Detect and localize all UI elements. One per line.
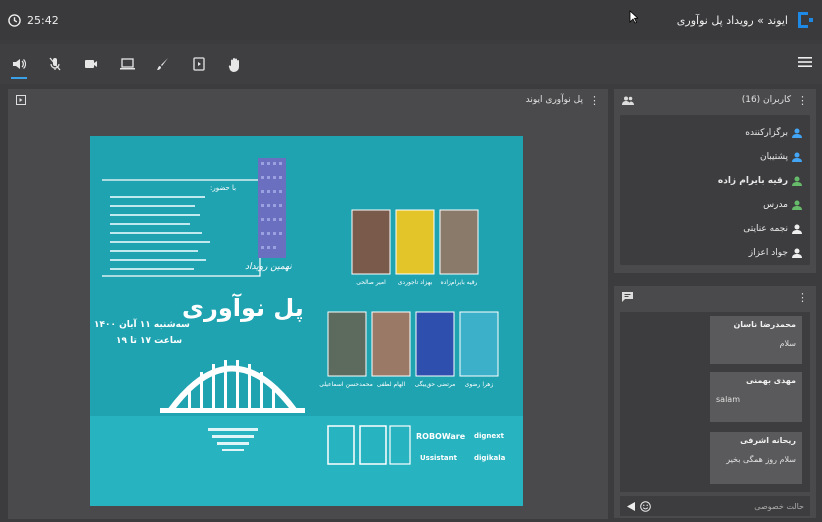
user-icon [792, 152, 802, 162]
mic-off-icon[interactable] [46, 55, 64, 73]
slides-icon[interactable] [190, 55, 208, 73]
message-author: ریحانه اشرفی [740, 436, 796, 445]
user-item[interactable]: نجمه عنایتی [628, 217, 802, 241]
chat-input[interactable]: حالت خصوصی [620, 496, 810, 516]
sponsor-ussistant: Ussistant [420, 454, 457, 462]
users-list: برگزارکننده پشتیبان رقیه بایرام زاده مدر… [620, 115, 810, 265]
event-title: پل نوآوری [182, 294, 304, 322]
speaker-name: محمدحسن اسماعیلی [319, 381, 373, 388]
speaker-name: امیر صالحی [356, 279, 386, 286]
brush-icon[interactable] [154, 55, 172, 73]
user-icon [792, 176, 802, 186]
chat-panel: ⋮ محمدرضا ناسان سلام مهدی بهمنی salam ری… [614, 286, 816, 518]
message-text: salam [716, 395, 740, 404]
users-panel: ⋮ کاربران (16) برگزارکننده پشتیبان رقیه … [614, 89, 816, 273]
chat-message: محمدرضا ناسان سلام [710, 316, 802, 364]
speaker-name: بهزاد تاجوردی [397, 279, 433, 286]
speaker-name: زهرا رضوی [464, 381, 494, 388]
evand-logo-icon [798, 12, 813, 28]
user-icon [792, 224, 802, 234]
user-icon [792, 248, 802, 258]
camera-icon[interactable] [82, 55, 100, 73]
users-group-icon [622, 96, 634, 105]
presentation-title: پل نوآوری ایوند [525, 95, 583, 105]
event-time: ساعت ۱۷ تا ۱۹ [116, 336, 183, 346]
message-author: محمدرضا ناسان [733, 320, 796, 329]
session-timer: 25:42 [8, 14, 59, 27]
chat-message: مهدی بهمنی salam [710, 372, 802, 422]
speaker-name: رقیه بایرام‌زاده [440, 279, 478, 286]
presentation-header: ⋮ پل نوآوری ایوند [8, 89, 608, 111]
timer-text: 25:42 [27, 13, 59, 27]
top-bar: 25:42 ایوند » رویداد پل نوآوری [0, 0, 822, 40]
users-title: کاربران (16) [741, 95, 791, 105]
users-header: ⋮ کاربران (16) [614, 89, 816, 111]
chat-icon [622, 292, 633, 302]
screen-share-icon[interactable] [118, 55, 136, 73]
attendees-heading: با حضور: [210, 184, 237, 192]
user-icon [792, 200, 802, 210]
chat-messages: محمدرضا ناسان سلام مهدی بهمنی salam ریحا… [620, 312, 810, 492]
chat-input-placeholder: حالت خصوصی [754, 501, 804, 511]
emoji-icon[interactable] [640, 500, 651, 512]
sponsor-roboware: ROBOWare [416, 432, 466, 441]
window-title: ایوند » رویداد پل نوآوری [677, 10, 814, 30]
user-item[interactable]: پشتیبان [628, 145, 802, 169]
menu-icon[interactable] [798, 56, 812, 72]
send-icon[interactable] [626, 501, 636, 512]
user-item[interactable]: برگزارکننده [628, 121, 802, 145]
kebab-menu-icon[interactable]: ⋮ [797, 291, 808, 304]
kebab-menu-icon[interactable]: ⋮ [589, 94, 600, 107]
chat-header: ⋮ [614, 286, 816, 308]
presentation-panel: ⋮ پل نوآوری ایوند با حضور: نهمین رویداد … [8, 89, 608, 519]
user-item[interactable]: رقیه بایرام زاده [628, 169, 802, 193]
speaker-icon[interactable] [10, 55, 28, 79]
event-subtitle: نهمین رویداد [245, 262, 292, 272]
message-text: سلام روز همگی بخیر [726, 455, 796, 464]
user-item[interactable]: جواد اعزاز [628, 241, 802, 265]
event-date: سه‌شنبه ۱۱ آبان ۱۴۰۰ [94, 320, 190, 330]
message-author: مهدی بهمنی [746, 376, 796, 385]
mouse-cursor-icon [629, 10, 638, 24]
chat-message: ریحانه اشرفی سلام روز همگی بخیر [710, 432, 802, 484]
user-icon [792, 128, 802, 138]
toolbar [0, 44, 822, 84]
hand-icon[interactable] [226, 55, 244, 73]
presentation-slide: با حضور: نهمین رویداد پل نوآوری سه‌شنبه … [90, 136, 523, 506]
user-item[interactable]: مدرس [628, 193, 802, 217]
slides-toggle-icon[interactable] [16, 95, 26, 105]
speaker-name: مرتضی حق‌بیگی [414, 381, 456, 388]
breadcrumb: ایوند » رویداد پل نوآوری [676, 13, 788, 27]
clock-icon [8, 13, 21, 27]
sponsor-dignext: dignext [474, 432, 505, 440]
sponsor-digikala: digikala [474, 454, 506, 462]
message-text: سلام [779, 339, 796, 348]
kebab-menu-icon[interactable]: ⋮ [797, 94, 808, 107]
